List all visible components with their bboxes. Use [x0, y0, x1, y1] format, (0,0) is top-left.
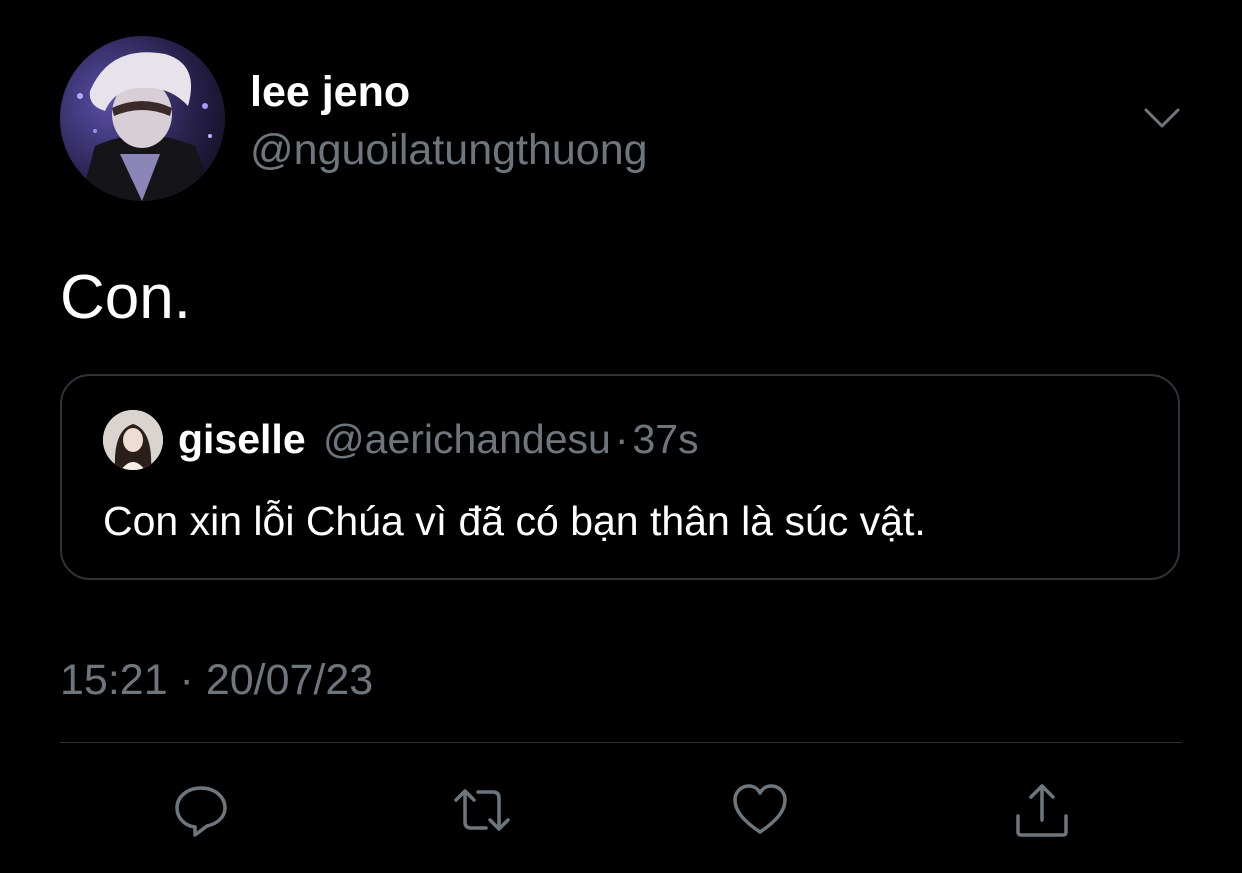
tweet-text: Con.	[60, 263, 191, 332]
quoted-separator: ·	[614, 416, 629, 462]
quoted-author-handle: @aerichandesu	[323, 416, 611, 462]
share-icon	[1016, 784, 1068, 837]
retweet-icon	[454, 789, 510, 831]
author-handle[interactable]: @nguoilatungthuong	[250, 124, 648, 176]
quoted-author-display-name: giselle	[178, 416, 306, 462]
quoted-tweet-header: giselle @aerichandesu·37s	[178, 414, 699, 464]
share-button[interactable]	[1012, 780, 1072, 840]
quoted-tweet-text: Con xin lỗi Chúa vì đã có bạn thân là sú…	[103, 498, 926, 544]
tweet-timestamp[interactable]: 15:21 · 20/07/23	[60, 654, 373, 706]
author-avatar-image	[60, 36, 225, 201]
like-button[interactable]	[730, 780, 790, 840]
quoted-author-avatar[interactable]	[103, 410, 163, 470]
reply-icon	[175, 786, 227, 837]
chevron-down-icon[interactable]	[1140, 100, 1184, 136]
author-avatar[interactable]	[60, 36, 225, 201]
reply-button[interactable]	[171, 780, 231, 840]
quoted-author-avatar-image	[103, 410, 163, 470]
heart-icon	[733, 784, 787, 834]
retweet-button[interactable]	[452, 780, 512, 840]
divider	[60, 742, 1182, 743]
author-display-name[interactable]: lee jeno	[250, 66, 410, 118]
quoted-tweet-time: 37s	[632, 416, 699, 462]
quoted-tweet-card[interactable]: giselle @aerichandesu·37s Con xin lỗi Ch…	[60, 374, 1180, 580]
